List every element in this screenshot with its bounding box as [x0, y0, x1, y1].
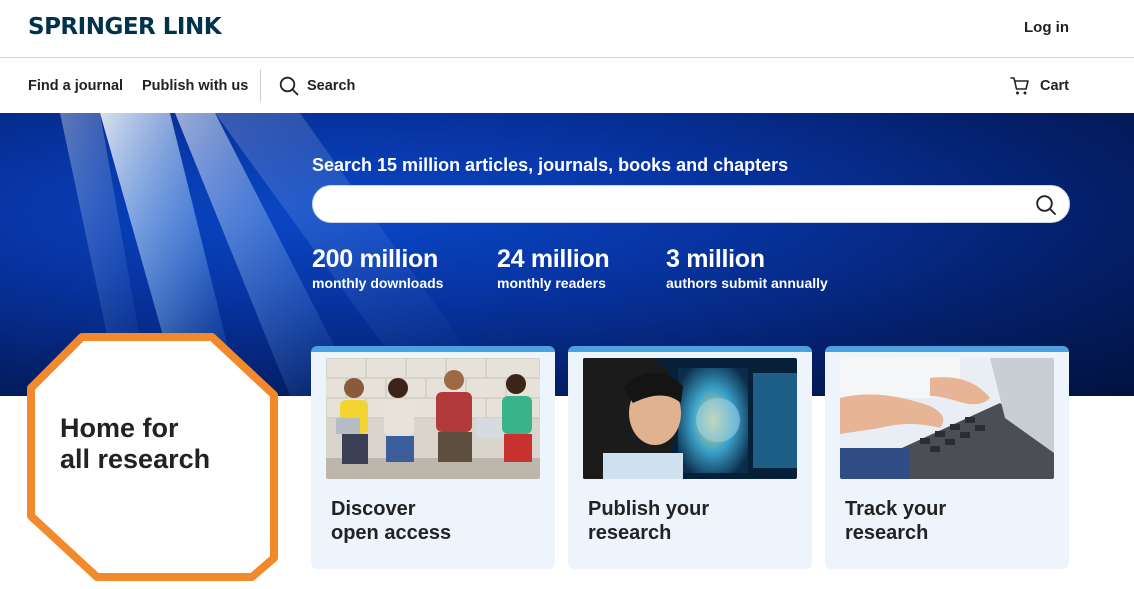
home-heading: Home for all research [60, 413, 210, 475]
top-bar: SPRINGER LINK Log in [0, 0, 1134, 58]
stat-label: monthly readers [497, 275, 606, 291]
researcher-with-scans-image [583, 358, 797, 479]
find-journal-link[interactable]: Find a journal [28, 78, 123, 94]
stat-label: authors submit annually [666, 275, 828, 291]
card-title: Discover open access [331, 497, 451, 545]
hero-search-box [312, 185, 1070, 223]
card-title: Track your research [845, 497, 946, 545]
card-title-line: Discover [331, 498, 416, 520]
hero-search-input[interactable] [331, 192, 1021, 218]
stat-label: monthly downloads [312, 275, 444, 291]
login-link[interactable]: Log in [1024, 19, 1069, 36]
card-discover-open-access[interactable]: Discover open access [311, 346, 555, 569]
nav-divider [260, 69, 261, 102]
card-track-research[interactable]: Track your research [825, 346, 1069, 569]
nav-search-label: Search [307, 78, 356, 94]
stat-readers: 24 million monthly readers [497, 245, 610, 291]
search-icon [279, 76, 299, 96]
stat-number: 24 million [497, 245, 610, 273]
stat-number: 200 million [312, 245, 438, 273]
home-heading-line: Home for [60, 413, 179, 443]
card-publish-research[interactable]: Publish your research [568, 346, 812, 569]
stat-downloads: 200 million monthly downloads [312, 245, 443, 291]
nav-bar: Find a journal Publish with us Search Ca… [0, 59, 1134, 113]
card-title-line: research [588, 522, 672, 544]
stat-number: 3 million [666, 245, 765, 273]
stat-authors: 3 million authors submit annually [666, 245, 828, 291]
card-title: Publish your research [588, 497, 709, 545]
springer-link-logo[interactable]: SPRINGER LINK [28, 14, 222, 40]
typing-on-laptop-image [840, 358, 1054, 479]
cart-label: Cart [1039, 78, 1069, 94]
card-title-line: open access [331, 522, 452, 544]
cart-icon [1010, 77, 1029, 95]
card-title-line: Track your [845, 498, 947, 520]
hero-title: Search 15 million articles, journals, bo… [312, 155, 789, 175]
nav-search-button[interactable]: Search [279, 74, 355, 98]
cart-button[interactable]: Cart [1010, 74, 1069, 98]
publish-with-us-link[interactable]: Publish with us [142, 78, 248, 94]
card-title-line: Publish your [588, 498, 710, 520]
search-icon[interactable] [1035, 194, 1057, 216]
card-title-line: research [845, 522, 929, 544]
people-with-laptops-image [326, 358, 540, 479]
home-heading-line: all research [60, 444, 211, 474]
